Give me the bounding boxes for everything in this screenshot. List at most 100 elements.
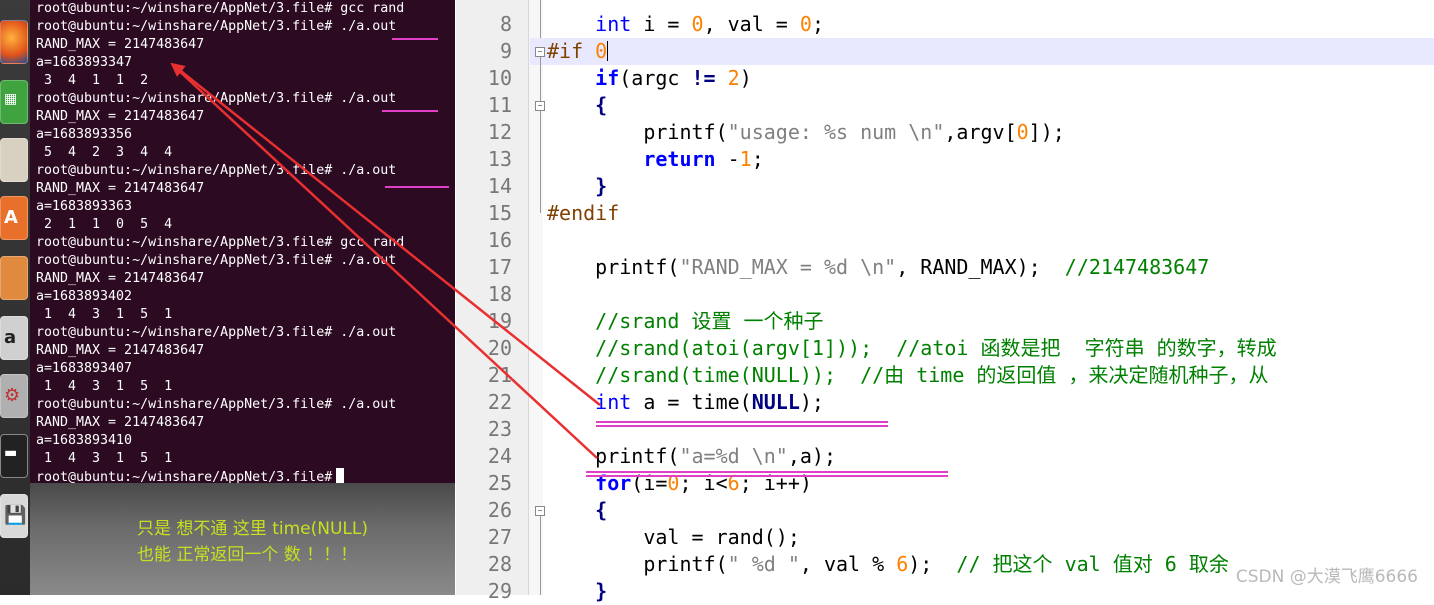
code-line-13[interactable]: return -1; [547,146,764,173]
prompt-text: root@ubuntu:~/winshare/AppNet/3.file# [36,470,333,483]
terminal-line: root@ubuntu:~/winshare/AppNet/3.file# ./… [36,397,397,412]
line-number: 24 [487,444,512,468]
line-number: 12 [487,120,512,144]
constant-token: NULL [751,390,800,414]
terminal-cursor [336,468,345,483]
keyword-token: int [595,390,632,414]
terminal-line: a=1683893347 [36,55,133,70]
fold-toggle[interactable]: − [535,47,545,57]
code-line-22[interactable]: int a = time(NULL); [547,389,824,416]
fold-toggle[interactable]: − [535,101,545,111]
code-token: a = time( [631,390,752,414]
line-number: 28 [487,552,512,576]
code-token: ,argv[ [944,120,1017,144]
number-token: 0 [1016,120,1029,144]
code-token: , val % [799,552,897,576]
code-token: , RAND_MAX); [896,255,1065,279]
code-token: ; [751,147,764,171]
line-number: 16 [487,228,512,252]
number-token: 0 [595,39,608,63]
code-line-20[interactable]: //srand(atoi(argv[1])); //atoi 函数是把 字符串 … [547,335,1276,362]
terminal-line: a=1683893402 [36,289,133,304]
software-center-icon[interactable]: A [0,196,28,240]
line-number: 18 [487,282,512,306]
keyword-token: if [595,66,620,90]
files-icon[interactable] [0,138,28,182]
terminal-line: RAND_MAX = 2147483647 [36,343,205,358]
string-token: "a=%d \n" [679,444,788,468]
terminal-icon[interactable]: ▬ [0,434,28,478]
preprocessor-token: #endif [547,201,620,225]
code-token: ; [811,12,824,36]
terminal-line: RAND_MAX = 2147483647 [36,271,205,286]
code-line-17[interactable]: printf("RAND_MAX = %d \n", RAND_MAX); //… [547,254,1209,281]
fold-guide [540,516,541,595]
code-line-24[interactable]: printf("a=%d \n",a); [547,443,836,470]
code-token: printf( [595,444,680,468]
comment-token: // 把这个 val 值对 6 取余 [956,552,1229,576]
code-line-19[interactable]: //srand 设置 一个种子 [547,308,824,335]
spreadsheet-icon[interactable]: ▦ [0,80,28,124]
code-line-8[interactable]: int i = 0, val = 0; [547,11,824,38]
code-token: printf( [643,120,728,144]
code-line-29[interactable]: } [547,578,607,605]
watermark: CSDN @大漠飞鹰6666 [1235,567,1418,587]
terminal-line: root@ubuntu:~/winshare/AppNet/3.file# ./… [36,325,397,340]
fold-guide [540,0,541,38]
code-token: printf( [643,552,728,576]
line-number-gutter: 8 9 10 11 12 13 14 15 16 17 18 19 20 21 … [456,0,529,603]
number-token: 2 [727,66,740,90]
comment-token: //srand(time(NULL)); //由 time 的返回值 ，来决定随… [595,363,1269,387]
terminal-line: root@ubuntu:~/winshare/AppNet/3.file# gc… [36,1,405,16]
code-line-27[interactable]: val = rand(); [547,524,800,551]
terminal-prompt[interactable]: root@ubuntu:~/winshare/AppNet/3.file# [36,468,455,483]
terminal-line: 1 4 3 1 5 1 [36,307,173,322]
line-number: 19 [487,309,512,333]
terminal-line: root@ubuntu:~/winshare/AppNet/3.file# ./… [36,163,397,178]
terminal-line: RAND_MAX = 2147483647 [36,181,205,196]
code-line-12[interactable]: printf("usage: %s num \n",argv[0]); [547,119,1065,146]
code-line-28[interactable]: printf(" %d ", val % 6); // 把这个 val 值对 6… [547,551,1229,578]
line-number: 15 [487,201,512,225]
code-line-10[interactable]: if(argc != 2) [547,65,752,92]
comment-token: //srand 设置 一个种子 [595,309,824,333]
save-icon[interactable]: 💾 [0,494,28,538]
terminal-line: 5 4 2 3 4 4 [36,145,173,160]
code-line-11[interactable]: { [547,92,607,119]
preprocessor-token: #if [547,39,596,63]
terminal-line: root@ubuntu:~/winshare/AppNet/3.file# ./… [36,19,397,34]
terminal-line: 2 1 1 0 5 4 [36,217,173,232]
current-line-highlight [530,38,1434,65]
terminal-line: 1 4 3 1 5 1 [36,451,173,466]
line-number: 13 [487,147,512,171]
code-token: printf( [595,255,680,279]
line-number: 25 [487,471,512,495]
code-line-26[interactable]: { [547,497,607,524]
code-line-9[interactable]: #if 0 [547,38,609,65]
amazon-icon[interactable]: a [0,316,28,360]
code-token: ) [739,66,752,90]
code-line-14[interactable]: } [547,173,607,200]
settings-icon[interactable]: ⚙ [0,374,28,418]
terminal-line: root@ubuntu:~/winshare/AppNet/3.file# gc… [36,235,405,250]
string-token: "usage: %s num \n" [727,120,945,144]
code-line-15[interactable]: #endif [547,200,619,227]
annotation-underline [586,471,948,473]
code-token: val = rand(); [643,525,800,549]
code-token: ]); [1028,120,1065,144]
annotation-underline [385,186,449,188]
terminal-window[interactable]: root@ubuntu:~/winshare/AppNet/3.file# gc… [30,0,455,483]
annotation-note: 只是 想不通 这里 time(NULL) 也能 正常返回一个 数 ！！！ [137,516,368,568]
text-caret [607,41,609,61]
brace-token: { [595,498,608,522]
line-number: 14 [487,174,512,198]
code-line-21[interactable]: //srand(time(NULL)); //由 time 的返回值 ，来决定随… [547,362,1268,389]
presentation-icon[interactable] [0,256,28,300]
line-number: 8 [499,12,512,36]
code-editor[interactable]: 8 9 10 11 12 13 14 15 16 17 18 19 20 21 … [456,0,1434,603]
line-number: 10 [487,66,512,90]
firefox-icon[interactable] [0,20,28,64]
fold-toggle[interactable]: − [535,506,545,516]
number-token: 0 [691,12,704,36]
